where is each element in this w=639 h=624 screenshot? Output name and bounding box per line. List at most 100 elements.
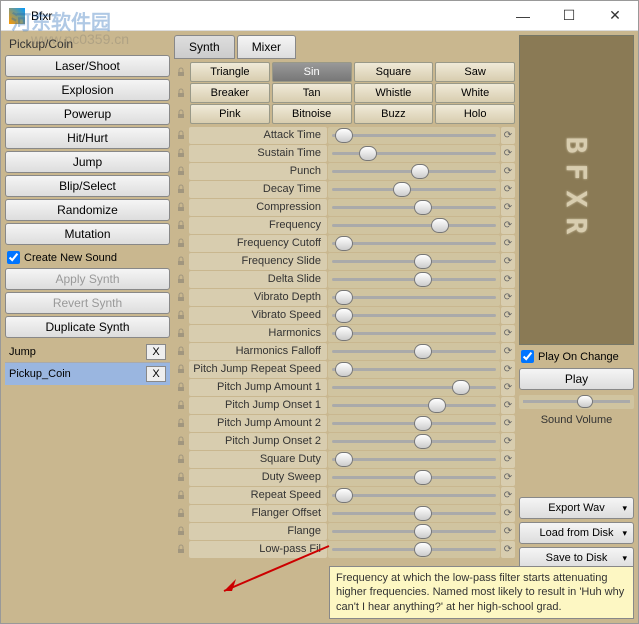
- param-reset-button[interactable]: ⟳: [501, 163, 515, 180]
- minimize-button[interactable]: —: [500, 1, 546, 31]
- wave-triangle-button[interactable]: Triangle: [190, 62, 270, 82]
- lock-icon[interactable]: [174, 109, 188, 119]
- wave-bitnoise-button[interactable]: Bitnoise: [272, 104, 352, 124]
- param-reset-button[interactable]: ⟳: [501, 217, 515, 234]
- play-button[interactable]: Play: [519, 368, 634, 390]
- lock-icon[interactable]: [174, 220, 188, 230]
- delete-sound-button[interactable]: X: [146, 366, 166, 382]
- sound-volume-slider[interactable]: [519, 395, 634, 409]
- play-on-change-checkbox[interactable]: [521, 350, 534, 363]
- wave-pink-button[interactable]: Pink: [190, 104, 270, 124]
- lock-icon[interactable]: [174, 418, 188, 428]
- lock-icon[interactable]: [174, 148, 188, 158]
- lock-icon[interactable]: [174, 292, 188, 302]
- wave-white-button[interactable]: White: [435, 83, 515, 103]
- sound-list-header[interactable]: Jump X: [5, 342, 170, 363]
- sound-list-item[interactable]: Pickup_CoinX: [5, 363, 170, 385]
- param-slider[interactable]: [328, 343, 500, 360]
- wave-square-button[interactable]: Square: [354, 62, 434, 82]
- lock-icon[interactable]: [174, 256, 188, 266]
- param-slider[interactable]: [328, 271, 500, 288]
- lock-icon[interactable]: [174, 490, 188, 500]
- param-slider[interactable]: [328, 127, 500, 144]
- param-slider[interactable]: [328, 487, 500, 504]
- tab-synth[interactable]: Synth: [174, 35, 235, 59]
- param-reset-button[interactable]: ⟳: [501, 289, 515, 306]
- param-slider[interactable]: [328, 415, 500, 432]
- param-reset-button[interactable]: ⟳: [501, 469, 515, 486]
- param-slider[interactable]: [328, 199, 500, 216]
- load-from-disk-button[interactable]: Load from Disk▾: [519, 522, 634, 544]
- wave-holo-button[interactable]: Holo: [435, 104, 515, 124]
- param-reset-button[interactable]: ⟳: [501, 379, 515, 396]
- create-new-sound-checkbox[interactable]: [7, 251, 20, 264]
- param-reset-button[interactable]: ⟳: [501, 415, 515, 432]
- param-slider[interactable]: [328, 505, 500, 522]
- param-reset-button[interactable]: ⟳: [501, 325, 515, 342]
- param-slider[interactable]: [328, 253, 500, 270]
- preset-mutation-button[interactable]: Mutation: [5, 223, 170, 245]
- lock-icon[interactable]: [174, 364, 188, 374]
- lock-icon[interactable]: [174, 310, 188, 320]
- lock-icon[interactable]: [174, 130, 188, 140]
- param-reset-button[interactable]: ⟳: [501, 127, 515, 144]
- param-slider[interactable]: [328, 361, 500, 378]
- param-slider[interactable]: [328, 217, 500, 234]
- param-reset-button[interactable]: ⟳: [501, 235, 515, 252]
- param-reset-button[interactable]: ⟳: [501, 523, 515, 540]
- wave-saw-button[interactable]: Saw: [435, 62, 515, 82]
- revert-synth-button[interactable]: Revert Synth: [5, 292, 170, 314]
- export-wav-button[interactable]: Export Wav▾: [519, 497, 634, 519]
- lock-icon[interactable]: [174, 238, 188, 248]
- lock-icon[interactable]: [174, 202, 188, 212]
- param-reset-button[interactable]: ⟳: [501, 451, 515, 468]
- play-on-change-row[interactable]: Play On Change: [519, 348, 634, 365]
- preset-hithurt-button[interactable]: Hit/Hurt: [5, 127, 170, 149]
- preset-powerup-button[interactable]: Powerup: [5, 103, 170, 125]
- lock-icon[interactable]: [174, 400, 188, 410]
- param-reset-button[interactable]: ⟳: [501, 505, 515, 522]
- preset-randomize-button[interactable]: Randomize: [5, 199, 170, 221]
- lock-icon[interactable]: [174, 526, 188, 536]
- wave-sin-button[interactable]: Sin: [272, 62, 352, 82]
- param-slider[interactable]: [328, 145, 500, 162]
- param-reset-button[interactable]: ⟳: [501, 361, 515, 378]
- lock-icon[interactable]: [174, 274, 188, 284]
- delete-sound-button[interactable]: X: [146, 344, 166, 360]
- param-reset-button[interactable]: ⟳: [501, 199, 515, 216]
- param-slider[interactable]: [328, 181, 500, 198]
- param-slider[interactable]: [328, 235, 500, 252]
- lock-icon[interactable]: [174, 472, 188, 482]
- tab-mixer[interactable]: Mixer: [237, 35, 296, 59]
- param-reset-button[interactable]: ⟳: [501, 253, 515, 270]
- preset-lasershoot-button[interactable]: Laser/Shoot: [5, 55, 170, 77]
- param-slider[interactable]: [328, 433, 500, 450]
- param-reset-button[interactable]: ⟳: [501, 541, 515, 558]
- maximize-button[interactable]: ☐: [546, 1, 592, 31]
- lock-icon[interactable]: [174, 436, 188, 446]
- param-reset-button[interactable]: ⟳: [501, 181, 515, 198]
- wave-tan-button[interactable]: Tan: [272, 83, 352, 103]
- lock-icon[interactable]: [174, 454, 188, 464]
- param-reset-button[interactable]: ⟳: [501, 145, 515, 162]
- lock-icon[interactable]: [174, 508, 188, 518]
- param-slider[interactable]: [328, 451, 500, 468]
- param-slider[interactable]: [328, 325, 500, 342]
- param-slider[interactable]: [328, 289, 500, 306]
- param-reset-button[interactable]: ⟳: [501, 487, 515, 504]
- param-reset-button[interactable]: ⟳: [501, 271, 515, 288]
- param-reset-button[interactable]: ⟳: [501, 307, 515, 324]
- lock-icon[interactable]: [174, 67, 188, 77]
- lock-icon[interactable]: [174, 184, 188, 194]
- preset-explosion-button[interactable]: Explosion: [5, 79, 170, 101]
- lock-icon[interactable]: [174, 88, 188, 98]
- param-slider[interactable]: [328, 379, 500, 396]
- apply-synth-button[interactable]: Apply Synth: [5, 268, 170, 290]
- wave-whistle-button[interactable]: Whistle: [354, 83, 434, 103]
- wave-buzz-button[interactable]: Buzz: [354, 104, 434, 124]
- param-slider[interactable]: [328, 469, 500, 486]
- param-slider[interactable]: [328, 541, 500, 558]
- lock-icon[interactable]: [174, 328, 188, 338]
- param-slider[interactable]: [328, 307, 500, 324]
- param-slider[interactable]: [328, 397, 500, 414]
